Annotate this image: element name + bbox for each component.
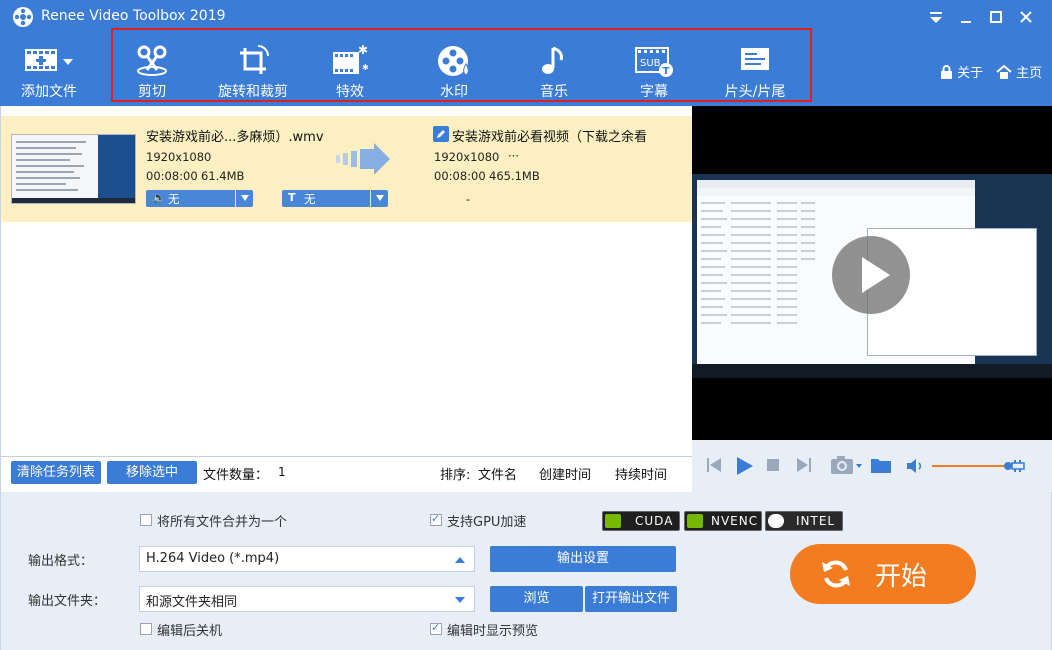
add-video-icon (25, 49, 73, 71)
source-duration: 00:08:00 (146, 169, 198, 183)
start-label: 开始 (875, 562, 928, 592)
player-controls (692, 440, 1052, 492)
folder-icon[interactable] (870, 456, 892, 474)
sort-by-filename[interactable]: 文件名 (478, 464, 517, 483)
sort-by-created-time[interactable]: 创建时间 (539, 464, 591, 483)
sort-label: 排序: (440, 468, 471, 483)
window-title: Renee Video Toolbox 2019 (41, 8, 226, 24)
source-size: 61.4MB (201, 169, 245, 183)
browse-button[interactable]: 浏览 (490, 586, 583, 612)
about-label: 关于 (957, 66, 984, 81)
gpu-accel-label: 支持GPU加速 (447, 515, 527, 530)
file-list: 安装游戏前必...多麻烦）.wmv 1920x1080 00:08:00 61.… (0, 106, 693, 456)
preview-taskbar (692, 364, 1052, 378)
add-file-label: 添加文件 (21, 84, 77, 100)
shutdown-after-label: 编辑后关机 (157, 624, 223, 639)
output-folder-label: 输出文件夹： (28, 594, 107, 609)
file-count-label: 文件数量： (203, 468, 269, 483)
output-folder-value: 和源文件夹相同 (146, 595, 238, 610)
maximize-icon[interactable] (985, 6, 1007, 28)
edit-pencil-icon[interactable] (433, 126, 449, 142)
shutdown-after-checkbox[interactable] (140, 623, 152, 635)
intel-icon (768, 514, 784, 528)
stop-icon[interactable] (767, 459, 779, 471)
minimize-icon[interactable] (955, 6, 977, 28)
output-size: 465.1MB (489, 169, 540, 183)
home-button[interactable]: 主页 (996, 62, 1042, 82)
show-preview-label: 编辑时显示预览 (447, 624, 539, 639)
add-file-button[interactable]: 添加文件 (10, 34, 88, 104)
output-placeholder: - (466, 192, 471, 206)
file-count-value: 1 (278, 465, 286, 479)
output-settings-button[interactable]: 输出设置 (490, 546, 676, 572)
nvenc-badge: NVENC (684, 511, 762, 531)
nvidia-icon (605, 514, 621, 528)
video-preview[interactable] (692, 106, 1052, 440)
sort-by-duration[interactable]: 持续时间 (615, 464, 667, 483)
output-format-value: H.264 Video (*.mp4) (146, 551, 280, 566)
remove-selected-button[interactable]: 移除选中 (107, 461, 197, 484)
source-resolution: 1920x1080 (146, 150, 212, 164)
close-icon[interactable] (1015, 6, 1037, 28)
open-output-folder-button[interactable]: 打开输出文件 (585, 586, 677, 612)
skip-forward-icon[interactable] (796, 456, 812, 474)
file-list-item[interactable]: 安装游戏前必...多麻烦）.wmv 1920x1080 00:08:00 61.… (1, 116, 693, 222)
speaker-icon: 🔈 (152, 191, 166, 204)
chevron-down-icon (455, 597, 465, 603)
film-reel-logo-icon (13, 7, 33, 27)
convert-arrow-icon (336, 143, 390, 175)
output-file-name: 安装游戏前必看视频（下载之余看 (452, 130, 648, 145)
output-duration: 00:08:00 (434, 169, 486, 183)
show-preview-checkbox[interactable] (430, 621, 442, 635)
gpu-accel-checkbox[interactable] (430, 512, 442, 526)
annotation-highlight-box (111, 28, 812, 102)
audio-track-dropdown[interactable]: 🔈 无 (146, 190, 253, 207)
video-thumbnail (11, 134, 136, 204)
chevron-down-icon (241, 195, 249, 201)
output-format-select[interactable]: H.264 Video (*.mp4) (139, 546, 475, 572)
source-file-name: 安装游戏前必...多麻烦）.wmv (146, 130, 324, 145)
about-button[interactable]: 关于 (940, 62, 983, 82)
play-icon[interactable] (734, 456, 754, 476)
play-overlay-icon[interactable] (832, 236, 910, 314)
lock-icon (941, 64, 952, 79)
output-format-label: 输出格式： (28, 554, 94, 569)
chevron-down-icon (376, 195, 384, 201)
home-icon (996, 64, 1012, 79)
start-button[interactable]: 开始 (790, 544, 976, 604)
menu-dropdown-icon[interactable] (925, 6, 947, 28)
home-label: 主页 (1016, 66, 1043, 81)
snapshot-camera-icon[interactable] (830, 454, 864, 476)
merge-all-checkbox[interactable] (140, 514, 152, 526)
subtitle-track-value: 无 (304, 192, 316, 206)
output-more-info[interactable]: ··· (508, 149, 519, 163)
output-folder-select[interactable]: 和源文件夹相同 (139, 586, 475, 612)
subtitle-track-dropdown[interactable]: T 无 (282, 190, 388, 207)
skip-back-icon[interactable] (706, 456, 722, 474)
volume-icon[interactable] (906, 458, 924, 474)
nvidia-icon (687, 514, 703, 528)
audio-track-value: 无 (168, 192, 180, 206)
intel-badge: INTEL (765, 511, 843, 531)
text-t-icon: T (288, 191, 296, 204)
chevron-up-icon (455, 557, 465, 563)
merge-all-label: 将所有文件合并为一个 (157, 515, 288, 530)
clear-task-list-button[interactable]: 清除任务列表 (11, 461, 101, 484)
task-actions-bar: 清除任务列表 移除选中 文件数量： 1 排序: 文件名 创建时间 持续时间 (0, 456, 692, 492)
refresh-icon (822, 560, 850, 588)
cuda-badge: CUDA (602, 511, 680, 531)
volume-slider[interactable] (930, 458, 1048, 474)
output-settings-panel: 将所有文件合并为一个 支持GPU加速 CUDA NVENC INTEL 输出格式… (0, 492, 1052, 650)
output-resolution: 1920x1080 (434, 150, 500, 164)
app-header: Renee Video Toolbox 2019 添加文件 剪切 旋转和裁剪 ✱… (0, 0, 1052, 106)
